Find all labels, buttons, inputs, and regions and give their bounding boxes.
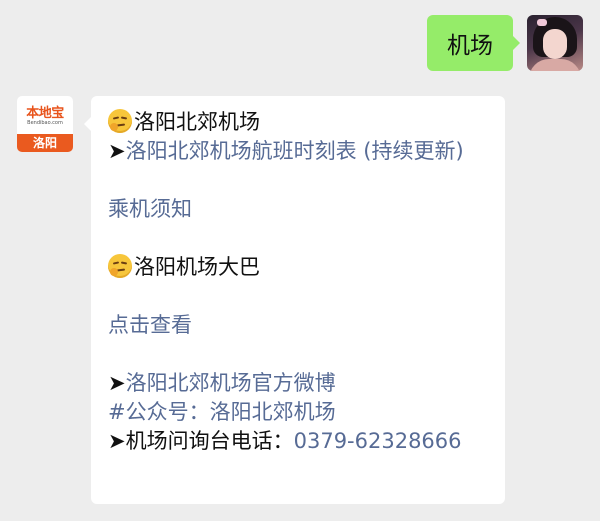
- thinking-face-icon: [108, 109, 132, 133]
- account-logo-text: 本地宝: [26, 106, 64, 121]
- account-logo-sub: Bendibao.com: [27, 120, 63, 126]
- phone-number-link[interactable]: 0379-62328666: [294, 429, 462, 453]
- outgoing-message-text: 机场: [447, 33, 493, 59]
- outgoing-message-bubble[interactable]: 机场: [427, 15, 520, 71]
- thinking-face-icon: [108, 254, 132, 278]
- view-line: 点击查看: [108, 311, 491, 340]
- heading-airport: 洛阳北郊机场: [108, 108, 491, 137]
- phone-line: ➤机场问询台电话：0379-62328666: [108, 427, 491, 456]
- hashtag-prefix[interactable]: #公众号：: [108, 400, 210, 424]
- account-avatar[interactable]: 本地宝 Bendibao.com 洛阳: [17, 96, 73, 152]
- view-bus-link[interactable]: 点击查看: [108, 313, 192, 337]
- notice-line: 乘机须知: [108, 195, 491, 224]
- arrow-icon: ➤: [108, 429, 126, 453]
- account-city-label: 洛阳: [17, 134, 73, 152]
- official-account-link[interactable]: 洛阳北郊机场: [210, 400, 336, 424]
- weibo-link[interactable]: 洛阳北郊机场官方微博: [126, 371, 336, 395]
- phone-label: 机场问询台电话：: [125, 429, 294, 453]
- weibo-line: ➤洛阳北郊机场官方微博: [108, 369, 491, 398]
- incoming-message-bubble: 洛阳北郊机场 ➤洛阳北郊机场航班时刻表 (持续更新) 乘机须知 洛阳机场大巴 点…: [84, 96, 505, 504]
- heading-bus: 洛阳机场大巴: [108, 253, 491, 282]
- hashtag-line: #公众号：洛阳北郊机场: [108, 398, 491, 427]
- schedule-link[interactable]: 洛阳北郊机场航班时刻表 (持续更新): [126, 139, 464, 163]
- boarding-notice-link[interactable]: 乘机须知: [108, 197, 192, 221]
- arrow-icon: ➤: [108, 139, 126, 163]
- arrow-icon: ➤: [108, 371, 126, 395]
- schedule-line: ➤洛阳北郊机场航班时刻表 (持续更新): [108, 137, 491, 166]
- user-avatar[interactable]: [527, 15, 583, 71]
